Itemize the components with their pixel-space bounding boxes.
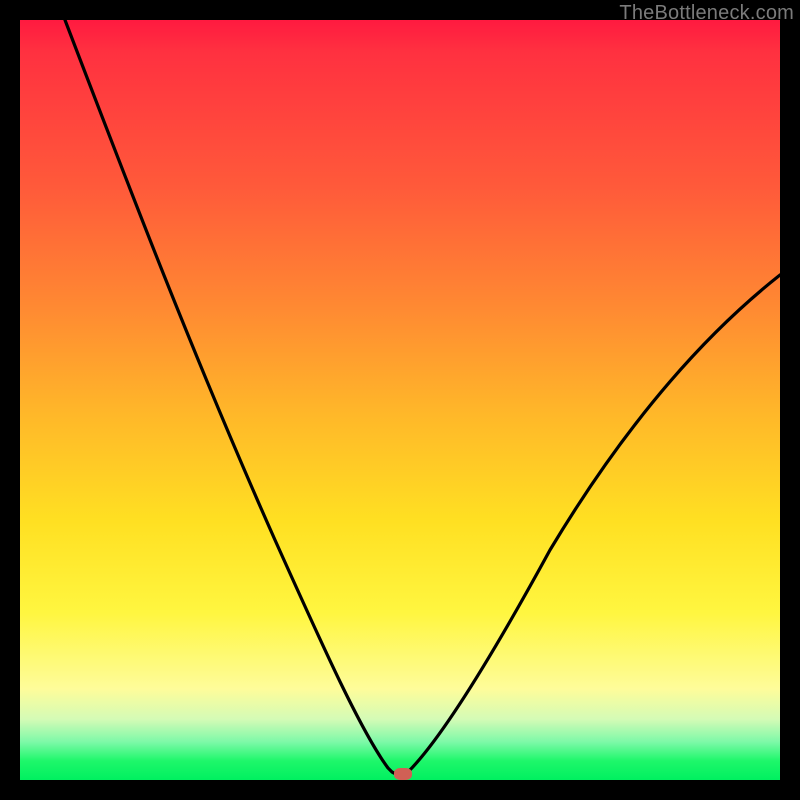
bottleneck-curve bbox=[20, 20, 780, 780]
selected-config-marker bbox=[394, 768, 412, 780]
plot-area bbox=[20, 20, 780, 780]
chart-frame: TheBottleneck.com bbox=[0, 0, 800, 800]
watermark-text: TheBottleneck.com bbox=[619, 2, 794, 25]
